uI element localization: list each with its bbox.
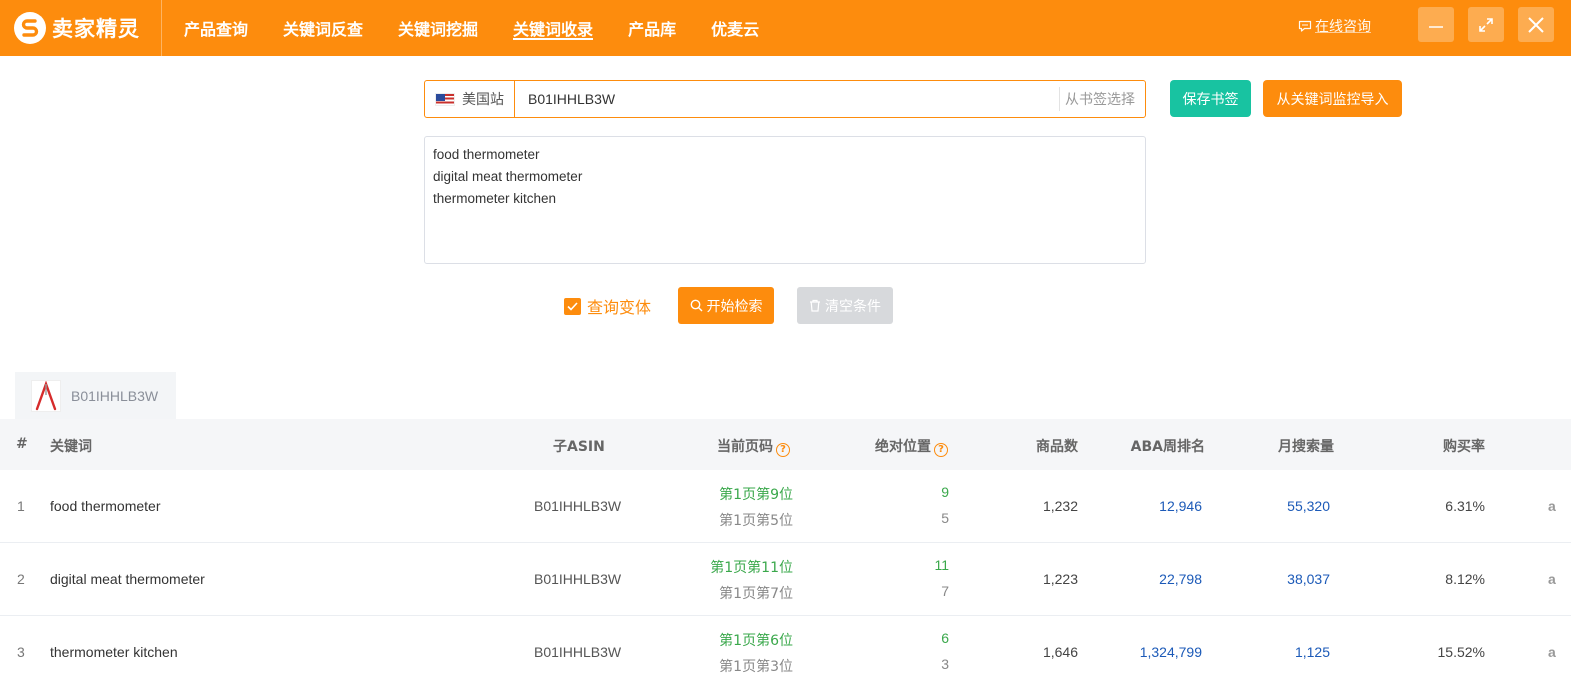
product-thumbnail <box>31 379 61 412</box>
header-purchase-rate: 购买率 <box>1443 439 1485 455</box>
online-consult-link[interactable]: 在线咨询 <box>1298 16 1371 36</box>
row-purchase-rate: 6.31% <box>1445 498 1485 514</box>
row-index: 2 <box>17 571 25 587</box>
header-current-page-label: 当前页码 <box>717 439 773 455</box>
row-asin[interactable]: B01IHHLB3W <box>534 571 621 587</box>
row-page-natural[interactable]: 第1页第7位 <box>719 583 793 603</box>
minimize-button[interactable] <box>1418 7 1454 42</box>
nav-keyword-reverse[interactable]: 关键词反查 <box>283 0 363 56</box>
table-row: 3 thermometer kitchen B01IHHLB3W 第1页第6位 … <box>0 616 1571 683</box>
header-current-page: 当前页码? <box>717 436 790 457</box>
row-purchase-rate: 15.52% <box>1437 644 1485 660</box>
amazon-icon[interactable]: a <box>1548 498 1556 514</box>
asin-search-box: 美国站 从书签选择 <box>424 80 1146 118</box>
row-keyword[interactable]: digital meat thermometer <box>50 571 205 587</box>
row-page-ad[interactable]: 第1页第11位 <box>710 557 793 577</box>
keywords-textarea[interactable]: food thermometer digital meat thermomete… <box>424 136 1146 264</box>
row-page-ad[interactable]: 第1页第9位 <box>719 484 793 504</box>
close-button[interactable] <box>1518 7 1554 42</box>
clear-conditions-label: 清空条件 <box>825 298 881 315</box>
nav-keyword-mining[interactable]: 关键词挖掘 <box>398 0 478 56</box>
row-pos-natural: 5 <box>941 510 949 526</box>
amazon-icon[interactable]: a <box>1548 571 1556 587</box>
row-aba-rank[interactable]: 22,798 <box>1159 571 1202 587</box>
keyword-line: food thermometer <box>433 147 540 162</box>
top-bar: 卖家精灵 产品查询 关键词反查 关键词挖掘 关键词收录 产品库 优麦云 在线咨询 <box>0 0 1571 56</box>
product-tab[interactable]: B01IHHLB3W <box>15 372 176 419</box>
nav-keyword-indexing[interactable]: 关键词收录 <box>513 0 594 56</box>
online-consult-label: 在线咨询 <box>1315 19 1371 35</box>
clear-conditions-button[interactable]: 清空条件 <box>797 287 893 324</box>
row-index: 1 <box>17 498 25 514</box>
chat-icon <box>1298 20 1312 32</box>
maximize-button[interactable] <box>1468 7 1504 42</box>
row-monthly-search[interactable]: 55,320 <box>1287 498 1330 514</box>
main-nav: 产品查询 关键词反查 关键词挖掘 关键词收录 产品库 优麦云 <box>184 0 794 56</box>
nav-product-query[interactable]: 产品查询 <box>184 0 248 56</box>
header-index: # <box>16 436 28 452</box>
table-row: 2 digital meat thermometer B01IHHLB3W 第1… <box>0 543 1571 616</box>
row-purchase-rate: 8.12% <box>1445 571 1485 587</box>
help-icon[interactable]: ? <box>776 442 790 457</box>
header-keyword: 关键词 <box>50 439 92 455</box>
us-flag-icon <box>435 92 455 106</box>
nav-youmaiyun[interactable]: 优麦云 <box>711 0 759 56</box>
minimize-icon <box>1429 25 1443 28</box>
row-aba-rank[interactable]: 12,946 <box>1159 498 1202 514</box>
search-icon <box>690 299 702 312</box>
product-tab-asin: B01IHHLB3W <box>71 387 159 404</box>
header-aba-rank: ABA周排名 <box>1130 439 1205 455</box>
save-bookmark-button[interactable]: 保存书签 <box>1170 80 1251 117</box>
row-product-count: 1,232 <box>1042 498 1078 514</box>
header-absolute-position: 绝对位置? <box>875 436 948 457</box>
logo[interactable]: 卖家精灵 <box>0 0 162 56</box>
nav-product-library[interactable]: 产品库 <box>628 0 676 56</box>
header-child-asin: 子ASIN <box>553 439 605 455</box>
keyword-line: thermometer kitchen <box>433 191 557 206</box>
row-pos-natural: 3 <box>941 656 949 672</box>
help-icon[interactable]: ? <box>934 442 948 457</box>
close-icon <box>1528 16 1544 33</box>
row-pos-natural: 7 <box>941 583 949 599</box>
expand-icon <box>1479 17 1493 32</box>
row-product-count: 1,646 <box>1042 644 1078 660</box>
start-search-button[interactable]: 开始检索 <box>678 287 774 324</box>
row-pos-ad: 6 <box>941 630 949 646</box>
amazon-icon[interactable]: a <box>1548 644 1556 660</box>
logo-text: 卖家精灵 <box>52 17 140 41</box>
row-monthly-search[interactable]: 1,125 <box>1295 644 1330 660</box>
row-pos-ad: 9 <box>941 484 949 500</box>
bookmark-select[interactable]: 从书签选择 <box>1059 87 1141 111</box>
row-product-count: 1,223 <box>1042 571 1078 587</box>
row-keyword[interactable]: food thermometer <box>50 498 161 514</box>
row-page-natural[interactable]: 第1页第5位 <box>719 510 793 530</box>
start-search-label: 开始检索 <box>706 298 763 315</box>
query-variants-checkbox[interactable]: 查询变体 <box>564 294 651 318</box>
row-keyword[interactable]: thermometer kitchen <box>50 644 178 660</box>
row-index: 3 <box>17 644 25 660</box>
site-select[interactable]: 美国站 <box>425 81 515 117</box>
header-absolute-position-label: 绝对位置 <box>875 439 931 455</box>
trash-icon <box>810 299 820 312</box>
table-header: # 关键词 子ASIN 当前页码? 绝对位置? 商品数 ABA周排名 月搜索量 … <box>0 419 1571 470</box>
row-pos-ad: 11 <box>934 557 949 573</box>
logo-s-icon <box>14 12 46 44</box>
row-aba-rank[interactable]: 1,324,799 <box>1140 644 1202 660</box>
row-asin[interactable]: B01IHHLB3W <box>534 644 621 660</box>
row-page-ad[interactable]: 第1页第6位 <box>719 630 793 650</box>
header-monthly-search: 月搜索量 <box>1278 439 1334 455</box>
checkbox-checked-icon <box>564 297 581 315</box>
keyword-line: digital meat thermometer <box>433 169 583 184</box>
row-page-natural[interactable]: 第1页第3位 <box>719 656 793 676</box>
row-monthly-search[interactable]: 38,037 <box>1287 571 1330 587</box>
thermometer-product-icon <box>35 380 57 410</box>
header-product-count: 商品数 <box>1036 439 1078 455</box>
table-row: 1 food thermometer B01IHHLB3W 第1页第9位 第1页… <box>0 470 1571 543</box>
import-from-monitor-button[interactable]: 从关键词监控导入 <box>1263 80 1402 117</box>
query-variants-label: 查询变体 <box>587 298 652 317</box>
row-asin[interactable]: B01IHHLB3W <box>534 498 621 514</box>
asin-input[interactable] <box>515 81 1059 117</box>
site-label: 美国站 <box>462 92 504 108</box>
